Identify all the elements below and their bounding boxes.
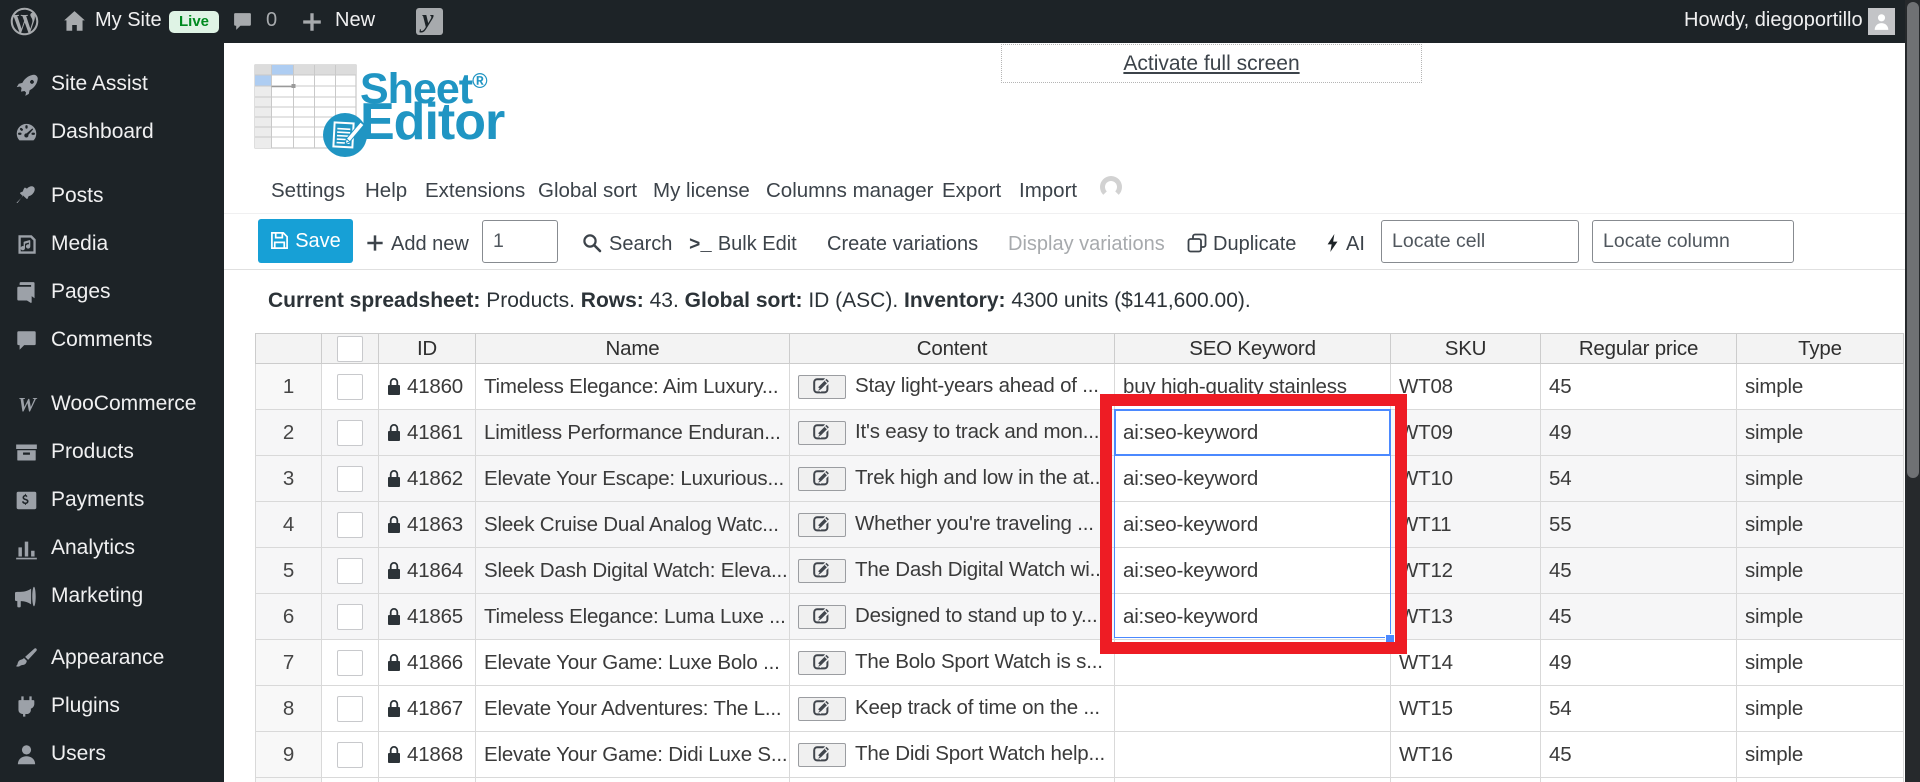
svg-text:W: W [18,394,38,416]
